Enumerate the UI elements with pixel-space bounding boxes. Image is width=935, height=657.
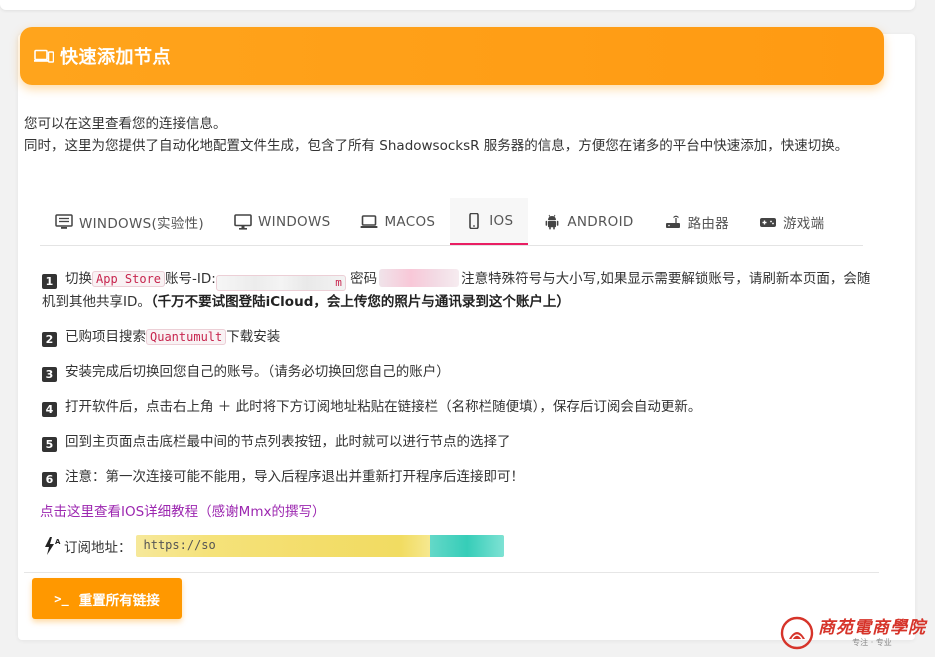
router-icon <box>665 215 680 228</box>
watermark-logo: 商苑電商學院 专注 · 专业 <box>780 613 932 653</box>
step-text: 打开软件后，点击右上角 ＋ 此时将下方订阅地址粘贴在链接栏（名称栏随便填），保存… <box>65 399 702 415</box>
intro-line-2: 同时，这里为您提供了自动化地配置文件生成，包含了所有 ShadowsocksR … <box>24 138 849 154</box>
tab-label: MACOS <box>384 213 436 230</box>
logo-tagline: 专注 · 专业 <box>852 638 892 647</box>
step-number-badge: 6 <box>42 472 57 487</box>
tab-label: IOS <box>489 212 514 229</box>
intro-line-1: 您可以在这里查看您的连接信息。 <box>24 116 227 132</box>
step-4: 4 打开软件后，点击右上角 ＋ 此时将下方订阅地址粘贴在链接栏（名称栏随便填），保… <box>42 396 872 418</box>
step-number-badge: 1 <box>42 274 57 289</box>
footer-divider <box>24 572 879 573</box>
step-number-badge: 3 <box>42 367 57 382</box>
card-title: 快速添加节点 <box>60 47 171 68</box>
step-number-badge: 2 <box>42 332 57 347</box>
quantumult-code: Quantumult <box>146 329 227 345</box>
top-strip <box>0 0 915 10</box>
step-6: 6 注意：第一次连接可能不能用，导入后程序退出并重新打开程序后连接即可！ <box>42 466 872 488</box>
bolt-auto-icon: A <box>45 537 61 555</box>
subscription-url-redacted <box>429 535 504 557</box>
tab-label: WINDOWS <box>258 213 331 230</box>
gamepad-icon <box>759 217 776 227</box>
subscription-url: https://so <box>143 538 216 552</box>
devices-icon <box>34 49 54 63</box>
account-id-redacted: m <box>215 275 346 291</box>
tab-router[interactable]: 路由器 <box>649 198 744 245</box>
tab-ios[interactable]: IOS <box>450 198 529 245</box>
android-icon <box>545 214 559 229</box>
step-text: 安装完成后切换回您自己的账号。（请务必切换回您自己的账户） <box>65 364 450 380</box>
step-text: 切换 <box>65 271 92 287</box>
password-label: 密码 <box>350 271 378 287</box>
tab-android[interactable]: ANDROID <box>528 198 648 245</box>
logo-emblem-icon <box>780 616 814 650</box>
step-5: 5 回到主页面点击底栏最中间的节点列表按钮，此时就可以进行节点的选择了 <box>42 431 872 453</box>
ios-steps: 1 切换 App Store 账号-ID: m 密码 注意特殊符号与大小写,如果显示需要解… <box>42 268 872 501</box>
step-2: 2 已购项目搜索 Quantumult 下载安装 <box>42 326 872 348</box>
step-text: 账号-ID: <box>165 271 216 287</box>
password-redacted <box>379 269 460 287</box>
subscription-url-field[interactable]: https://so <box>135 535 504 557</box>
phone-icon <box>469 212 480 229</box>
step-number-badge: 5 <box>42 437 57 452</box>
svg-text:A: A <box>55 538 61 546</box>
card-header: 快速添加节点 <box>20 27 884 85</box>
reset-links-button[interactable]: >_ 重置所有链接 <box>32 578 182 619</box>
step-3: 3 安装完成后切换回您自己的账号。（请务必切换回您自己的账户） <box>42 361 872 383</box>
step-1: 1 切换 App Store 账号-ID: m 密码 注意特殊符号与大小写,如果显示需要解… <box>42 268 872 313</box>
step-text: 注意：第一次连接可能不能用，导入后程序退出并重新打开程序后连接即可！ <box>65 469 524 485</box>
logo-name: 商苑電商學院 <box>818 618 926 638</box>
terminal-prompt-icon: >_ <box>54 591 69 606</box>
subscription-label: 订阅地址： <box>64 540 132 556</box>
step-text: 回到主页面点击底栏最中间的节点列表按钮，此时就可以进行节点的选择了 <box>65 434 511 450</box>
account-id-suffix: m <box>335 276 342 289</box>
tab-macos[interactable]: MACOS <box>345 198 450 245</box>
step-text: 下载安装 <box>226 329 281 345</box>
tab-label: WINDOWS(实验性) <box>79 215 205 232</box>
reset-links-label: 重置所有链接 <box>78 592 160 609</box>
tab-windows-experimental[interactable]: WINDOWS(实验性) <box>40 198 219 245</box>
intro-text: 您可以在这里查看您的连接信息。 同时，这里为您提供了自动化地配置文件生成，包含了… <box>24 113 879 157</box>
tab-label: 游戏端 <box>782 215 825 232</box>
step-number-badge: 4 <box>42 402 57 417</box>
tab-windows[interactable]: WINDOWS <box>219 198 345 245</box>
platform-tabs: WINDOWS(实验性) WINDOWS MACOS IOS ANDROID 路… <box>40 198 863 246</box>
step-text: 已购项目搜索 <box>65 329 146 345</box>
laptop-icon <box>360 214 378 228</box>
app-store-code: App Store <box>92 271 166 287</box>
windows-list-icon <box>55 213 73 229</box>
tab-label: 路由器 <box>687 215 729 232</box>
tab-label: ANDROID <box>567 213 634 230</box>
ios-tutorial-link[interactable]: 点击这里查看IOS详细教程（感谢Mmx的撰写） <box>40 500 325 520</box>
tab-game[interactable]: 游戏端 <box>744 198 839 245</box>
monitor-icon <box>234 213 252 230</box>
subscription-row: A 订阅地址： https://so <box>42 535 504 557</box>
icloud-warning: （千万不要试图登陆iCloud，会上传您的照片与通讯录到这个账户上） <box>150 294 570 310</box>
